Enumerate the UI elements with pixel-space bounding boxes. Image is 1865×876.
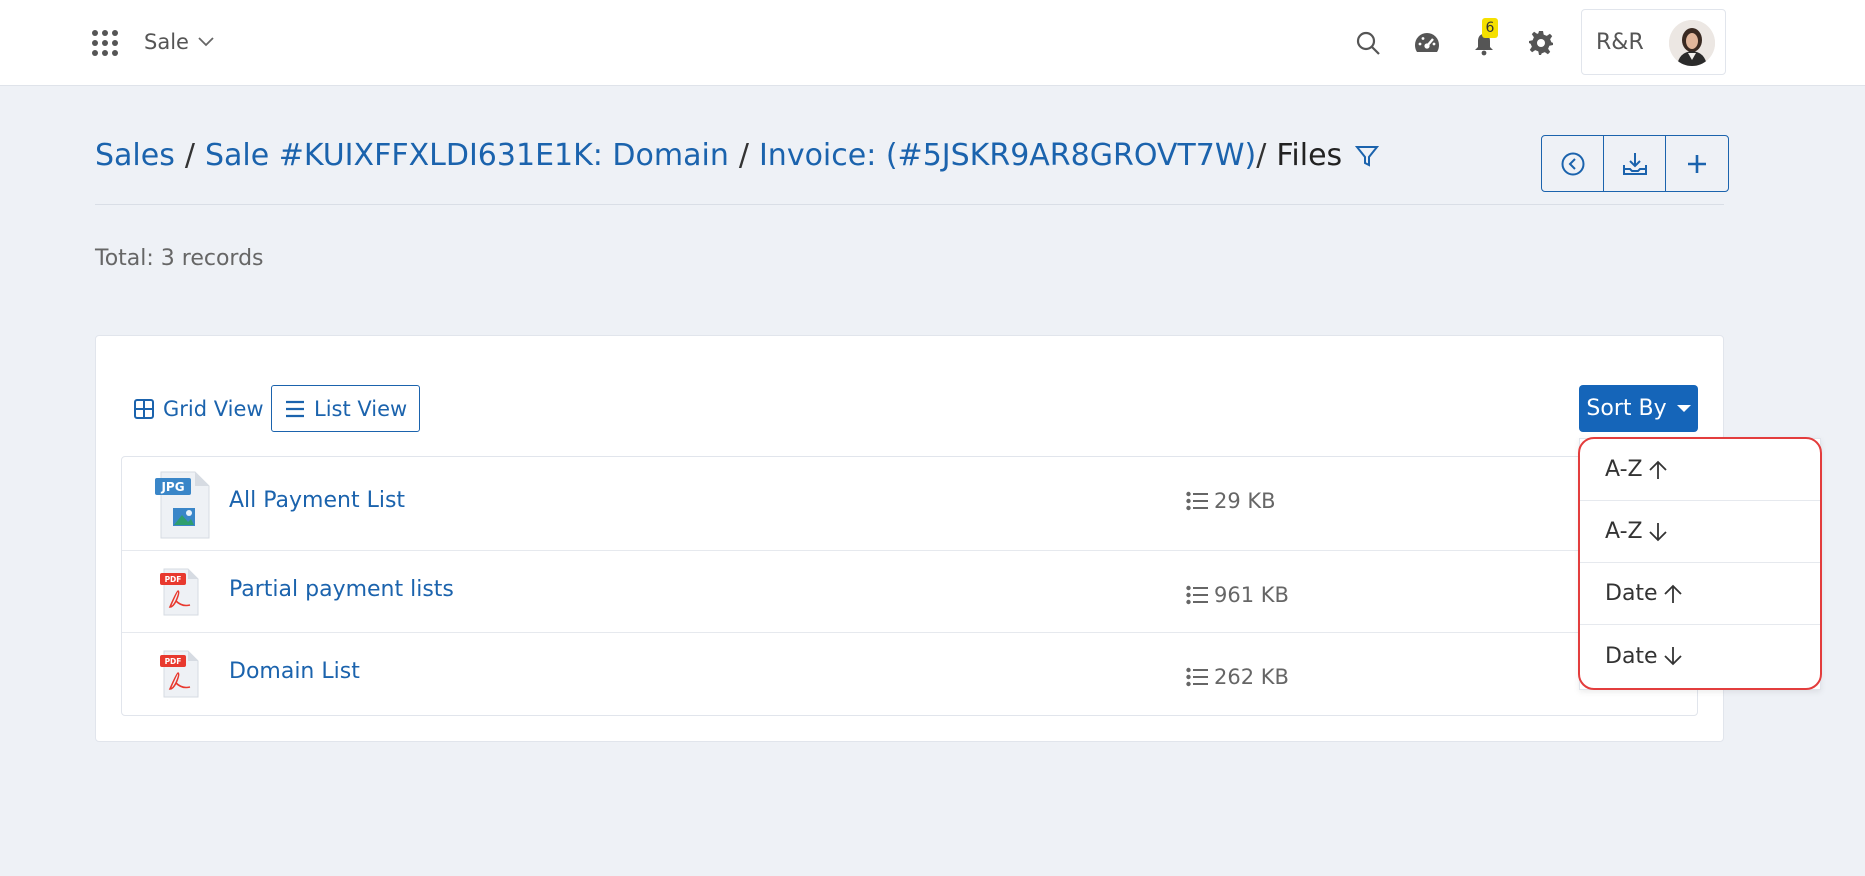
breadcrumb-sale[interactable]: Sale #KUIXFFXLDI631E1K: Domain: [205, 138, 729, 173]
search-icon[interactable]: [1355, 30, 1381, 56]
list-item: PDF Partial payment lists 961 KB: [122, 551, 1697, 633]
file-size: 29 KB: [1186, 489, 1276, 513]
sort-by-label: Sort By: [1586, 396, 1667, 421]
plus-icon: [1685, 152, 1709, 176]
filter-icon[interactable]: [1354, 143, 1380, 169]
file-name-link[interactable]: Domain List: [229, 659, 360, 684]
notification-badge: 6: [1482, 18, 1498, 38]
arrow-up-icon: [1647, 459, 1669, 481]
sort-option-label: Date: [1605, 581, 1658, 606]
arrow-down-icon: [1662, 645, 1684, 667]
page-title: Files: [1276, 138, 1343, 173]
arrow-left-circle-icon: [1560, 151, 1586, 177]
gear-icon[interactable]: [1528, 30, 1554, 56]
breadcrumb-separator: /: [1256, 138, 1267, 173]
dashboard-gauge-icon[interactable]: [1413, 30, 1439, 56]
top-navbar: Sale 6 R&R: [0, 0, 1865, 86]
list-bullets-icon: [1186, 585, 1208, 605]
breadcrumb-separator: /: [184, 138, 195, 173]
file-size-text: 262 KB: [1214, 665, 1289, 689]
sort-option-az-desc[interactable]: A-Z: [1580, 501, 1820, 563]
total-records: Total: 3 records: [95, 246, 264, 271]
file-name-link[interactable]: Partial payment lists: [229, 577, 454, 602]
module-switcher[interactable]: Sale: [144, 30, 215, 54]
file-list: JPG All Payment List 29 KB PDF Partial p…: [121, 456, 1698, 716]
page-actions: [1541, 135, 1729, 192]
jpg-file-icon: JPG: [155, 470, 211, 540]
sort-option-label: A-Z: [1605, 519, 1643, 544]
sort-option-label: Date: [1605, 643, 1658, 669]
svg-text:PDF: PDF: [165, 657, 182, 666]
sort-option-az-asc[interactable]: A-Z: [1580, 439, 1820, 501]
add-button[interactable]: [1666, 136, 1728, 191]
list-view-label: List View: [314, 396, 408, 421]
breadcrumb: Sales / Sale #KUIXFFXLDI631E1K: Domain /…: [95, 138, 1380, 173]
list-bullets-icon: [1186, 491, 1208, 511]
module-label: Sale: [144, 30, 189, 54]
arrow-down-icon: [1647, 521, 1669, 543]
svg-text:PDF: PDF: [165, 575, 182, 584]
download-button[interactable]: [1604, 136, 1666, 191]
list-item: PDF Domain List 262 KB: [122, 633, 1697, 715]
user-label: R&R: [1596, 30, 1644, 55]
file-size-text: 961 KB: [1214, 583, 1289, 607]
sort-option-label: A-Z: [1605, 457, 1643, 482]
list-view-button[interactable]: List View: [271, 385, 421, 432]
pdf-file-icon: PDF: [160, 649, 200, 699]
sort-option-date-asc[interactable]: Date: [1580, 563, 1820, 625]
grid-icon: [133, 398, 155, 420]
file-size: 961 KB: [1186, 583, 1289, 607]
list-item: JPG All Payment List 29 KB: [122, 457, 1697, 551]
sort-by-button[interactable]: Sort By: [1579, 385, 1698, 432]
caret-down-icon: [1676, 405, 1691, 412]
grid-view-label: Grid View: [163, 396, 264, 421]
avatar: [1669, 20, 1715, 66]
svg-text:JPG: JPG: [160, 480, 184, 494]
download-tray-icon: [1621, 151, 1649, 177]
file-size-text: 29 KB: [1214, 489, 1276, 513]
list-icon: [284, 398, 306, 420]
back-button[interactable]: [1542, 136, 1604, 191]
sort-option-date-desc[interactable]: Date: [1580, 625, 1820, 687]
sort-dropdown-menu: A-Z A-Z Date Date: [1579, 438, 1821, 690]
list-bullets-icon: [1186, 667, 1208, 687]
grid-view-button[interactable]: Grid View: [121, 385, 276, 432]
breadcrumb-separator: /: [738, 138, 749, 173]
divider: [95, 204, 1724, 205]
apps-grid-icon[interactable]: [92, 30, 118, 56]
file-size: 262 KB: [1186, 665, 1289, 689]
pdf-file-icon: PDF: [160, 567, 200, 617]
file-name-link[interactable]: All Payment List: [229, 488, 405, 513]
user-menu[interactable]: R&R: [1581, 9, 1726, 75]
breadcrumb-sales[interactable]: Sales: [95, 138, 175, 173]
chevron-down-icon: [197, 36, 215, 48]
breadcrumb-invoice[interactable]: Invoice: (#5JSKR9AR8GROVT7W): [759, 138, 1256, 173]
arrow-up-icon: [1662, 583, 1684, 605]
